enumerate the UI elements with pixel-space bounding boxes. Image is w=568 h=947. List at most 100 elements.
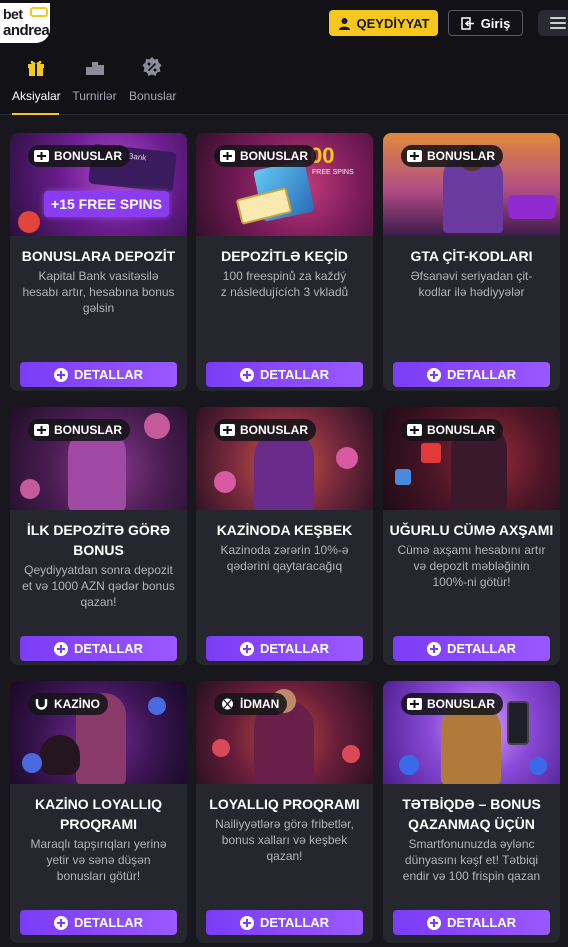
tab-bonuslar[interactable]: Bonuslar <box>129 56 177 103</box>
badge-label: BONUSLAR <box>240 149 308 163</box>
badge-label: BONUSLAR <box>54 423 122 437</box>
promo-card[interactable]: pital Bank +15 FREE SPINS BONUSLAR BONUS… <box>10 133 187 391</box>
details-button[interactable]: DETALLAR <box>206 636 363 661</box>
ball-icon <box>222 698 233 710</box>
chip-graphic <box>336 447 358 469</box>
details-button[interactable]: DETALLAR <box>206 910 363 935</box>
badge-label: BONUSLAR <box>427 149 495 163</box>
desc-line: Nailiyyətlərə görə fribetlər, <box>215 817 354 831</box>
neon-sign-graphic <box>421 443 441 463</box>
category-badge: BONUSLAR <box>214 419 316 441</box>
promo-card[interactable]: BONUSLAR İLK DEPOZİTƏ GÖRƏ BONUS Qeydiyy… <box>10 407 187 665</box>
promo-title: İLK DEPOZİTƏ GÖRƏ BONUS <box>26 522 171 558</box>
details-label: DETALLAR <box>73 367 144 382</box>
desc-line: bonusları götür! <box>56 869 141 883</box>
promo-description: Kapital Bank vasitəsilə hesabı artır, he… <box>18 268 179 316</box>
promo-description: 100 freespinů za každý z následujících 3… <box>204 268 365 300</box>
promo-card[interactable]: BONUSLAR UĞURLU CÜMƏ AXŞAMI Cümə axşamı … <box>383 407 560 665</box>
promo-description: Əfsanəvi seriyadan çit- kodlar ilə hədiy… <box>391 268 552 300</box>
details-button[interactable]: DETALLAR <box>206 362 363 387</box>
free-spins-banner: +15 FREE SPINS <box>44 191 169 217</box>
promo-title: DEPOZİTLƏ KEÇİD <box>221 248 348 264</box>
character-graphic <box>441 703 501 784</box>
desc-line: Cümə axşamı hesabını artır <box>397 543 546 557</box>
ticket-icon <box>220 150 235 162</box>
category-badge: KAZİNO <box>28 693 108 715</box>
chip-graphic <box>20 479 40 499</box>
promo-card[interactable]: BONUSLAR KAZİNODA KEŞBEK Kazinoda zərəri… <box>196 407 373 665</box>
percent-icon <box>142 57 162 76</box>
category-badge: BONUSLAR <box>28 419 130 441</box>
ticket-icon <box>220 424 235 436</box>
details-label: DETALLAR <box>446 915 517 930</box>
desc-line: Əfsanəvi seriyadan çit- <box>410 269 533 283</box>
desc-line: Maraqlı tapşırıqları yerinə <box>30 837 167 851</box>
desc-line: bonus xalları və keşbek <box>221 833 348 847</box>
betandreas-logo[interactable]: bet andreas <box>0 3 58 43</box>
details-label: DETALLAR <box>259 915 330 930</box>
desc-line: Qeydiyyatdan sonra depozit <box>24 563 173 577</box>
desc-line: 100%-ni götür! <box>432 575 511 589</box>
chip-graphic <box>212 739 230 757</box>
promo-card[interactable]: BONUSLAR GTA ÇİT-KODLARI Əfsanəvi seriya… <box>383 133 560 391</box>
desc-line: gəlsin <box>82 301 115 315</box>
gift-icon <box>27 60 44 76</box>
details-button[interactable]: DETALLAR <box>20 910 177 935</box>
spins-caption-text: FREE SPINS <box>312 169 354 176</box>
desc-line: endir və 100 frispin qazan <box>402 869 541 883</box>
tab-label: Bonuslar <box>129 89 177 103</box>
desc-line: qazan! <box>80 595 117 609</box>
ticket-icon <box>407 698 422 710</box>
promo-card[interactable]: 00 FREE SPINS BONUSLAR DEPOZİTLƏ KEÇİD 1… <box>196 133 373 391</box>
logo-flag-icon <box>30 7 48 17</box>
register-button[interactable]: QEYDİYYAT <box>329 10 438 36</box>
tabs-bar: Aksiyalar Turnirlər Bonuslar <box>0 48 568 115</box>
tab-turnirler[interactable]: Turnirlər <box>72 56 117 103</box>
desc-line: qazan! <box>266 849 303 863</box>
chip-graphic <box>214 471 236 493</box>
chip-graphic <box>342 745 360 763</box>
menu-button[interactable] <box>538 10 568 36</box>
details-button[interactable]: DETALLAR <box>393 636 550 661</box>
promo-title: BONUSLARA DEPOZİT <box>21 248 176 264</box>
desc-line: Kazinoda zərərin 10%-ə <box>220 543 349 557</box>
promo-card[interactable]: İDMAN LOYALLIQ PROQRAMI Nailiyyətlərə gö… <box>196 681 373 943</box>
category-badge: İDMAN <box>214 693 288 715</box>
details-label: DETALLAR <box>73 641 144 656</box>
desc-line: və depozit məbləğinin <box>413 559 530 573</box>
podium-icon <box>85 62 104 75</box>
promo-description: Nailiyyətlərə görə fribetlər, bonus xall… <box>204 816 365 864</box>
badge-label: BONUSLAR <box>54 149 122 163</box>
desc-line: 100 freespinů za každý <box>222 269 347 283</box>
promo-card[interactable]: BONUSLAR TƏTBİQDƏ – BONUS QAZANMAQ ÜÇÜN … <box>383 681 560 943</box>
logo-text-line2: andreas <box>3 22 58 39</box>
badge-label: BONUSLAR <box>427 697 495 711</box>
tab-aksiyalar[interactable]: Aksiyalar <box>12 56 61 115</box>
dog-graphic <box>40 735 80 775</box>
header: bet andreas QEYDİYYAT Giriş <box>0 0 568 48</box>
badge-label: BONUSLAR <box>240 423 308 437</box>
details-button[interactable]: DETALLAR <box>20 362 177 387</box>
desc-line: Kapital Bank vasitəsilə <box>38 269 159 283</box>
details-label: DETALLAR <box>446 641 517 656</box>
details-label: DETALLAR <box>73 915 144 930</box>
tab-label: Aksiyalar <box>12 89 61 103</box>
promo-title: UĞURLU CÜMƏ AXŞAMI <box>389 522 554 538</box>
login-button[interactable]: Giriş <box>448 10 523 36</box>
desc-line: kodlar ilə hədiyyələr <box>418 285 525 299</box>
ticket-graphic <box>235 187 293 225</box>
chip-graphic <box>22 753 42 773</box>
details-button[interactable]: DETALLAR <box>393 910 550 935</box>
promo-card[interactable]: KAZİNO KAZİNO LOYALLIQ PROQRAMI Maraqlı … <box>10 681 187 943</box>
details-button[interactable]: DETALLAR <box>20 636 177 661</box>
promo-description: Cümə axşamı hesabını artır və depozit mə… <box>391 542 552 590</box>
details-button[interactable]: DETALLAR <box>393 362 550 387</box>
category-badge: BONUSLAR <box>28 145 130 167</box>
chip-graphic <box>148 697 166 715</box>
badge-label: KAZİNO <box>54 697 100 711</box>
promo-title: TƏTBİQDƏ – BONUS QAZANMAQ ÜÇÜN <box>402 796 541 832</box>
ticket-icon <box>407 424 422 436</box>
login-label: Giriş <box>480 15 511 31</box>
desc-line: z následujících 3 vkladů <box>220 285 349 299</box>
desc-line: dünyasını kəşf et! Tətbiqi <box>404 853 539 867</box>
